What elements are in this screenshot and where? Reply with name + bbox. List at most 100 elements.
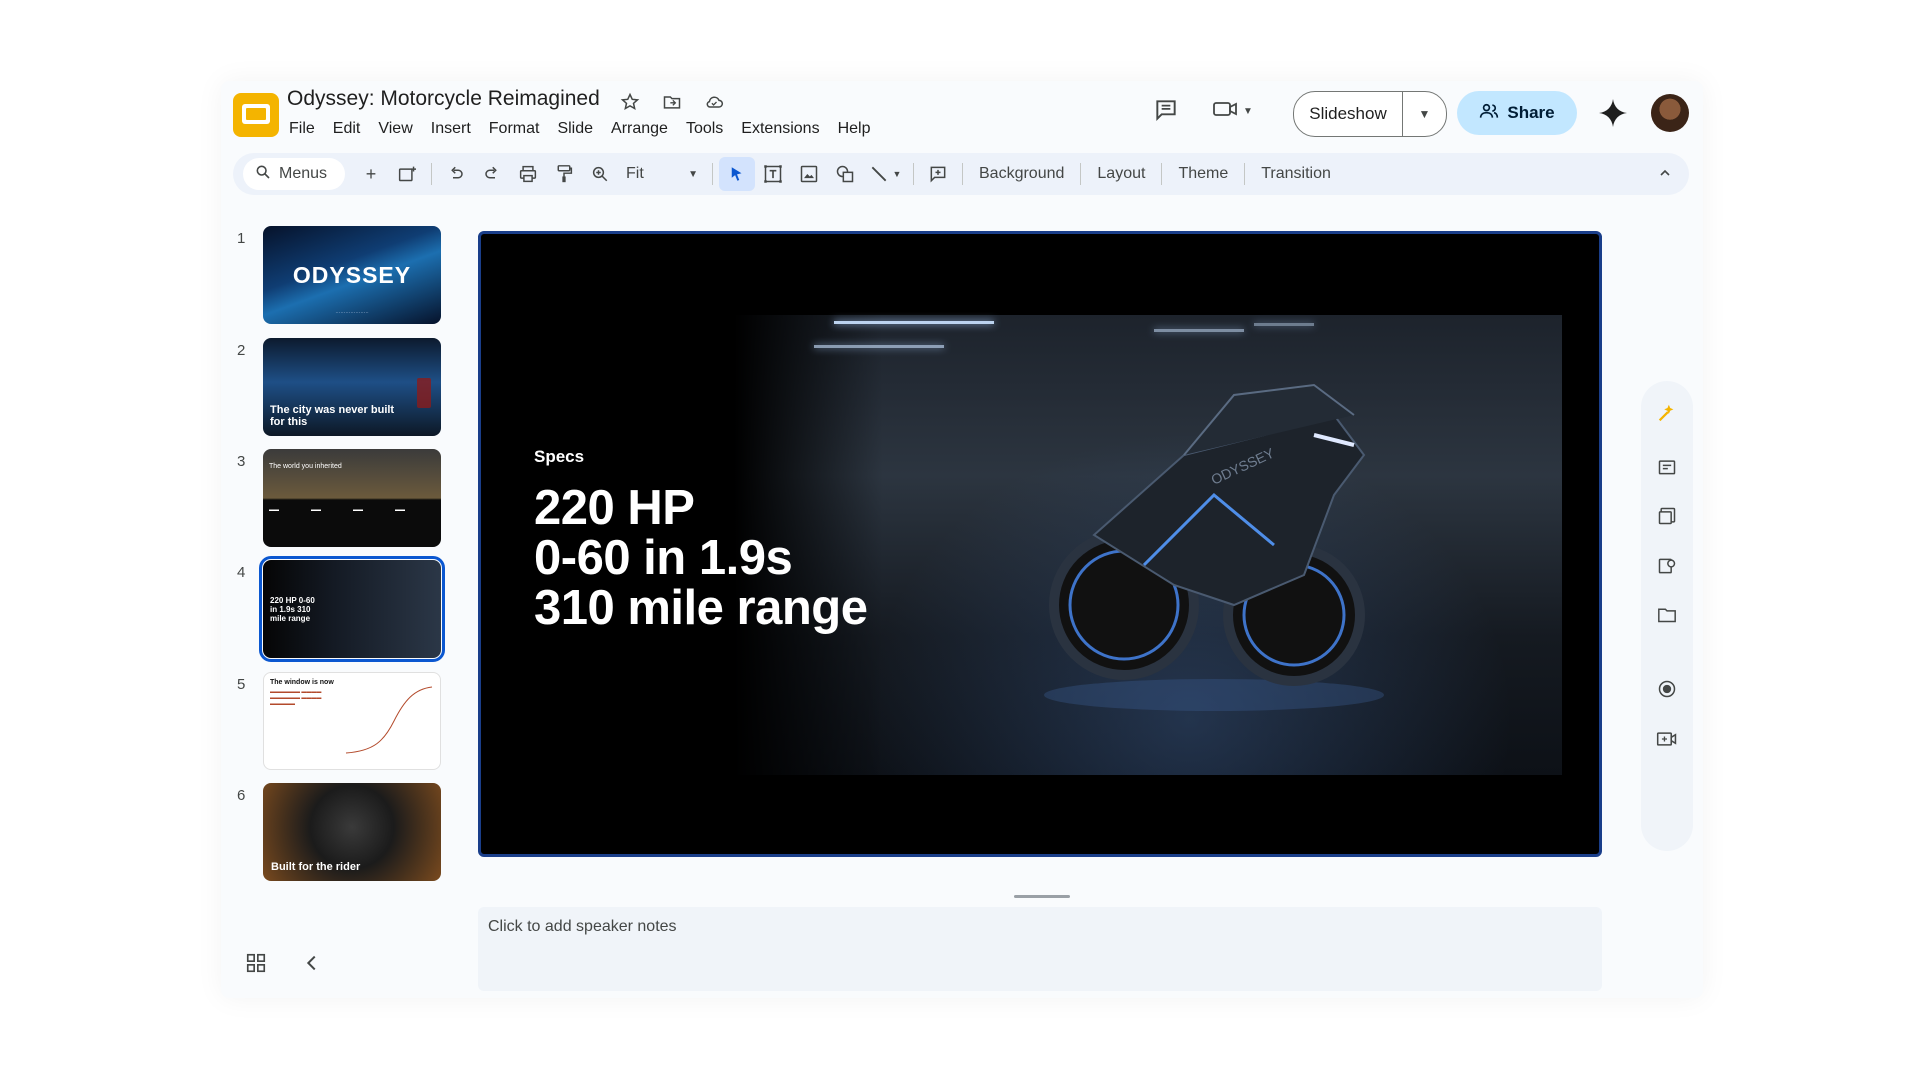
- slide-thumbnail[interactable]: The world you inherited ▬▬ ▬▬ ▬▬ ▬▬: [263, 449, 441, 547]
- shape-icon[interactable]: [827, 157, 863, 191]
- tasks-icon[interactable]: [1655, 554, 1679, 578]
- layout-button[interactable]: Layout: [1087, 158, 1155, 190]
- motorcycle-image[interactable]: ODYSSEY: [734, 315, 1562, 775]
- menu-insert[interactable]: Insert: [422, 118, 480, 140]
- specs-label[interactable]: Specs: [534, 447, 584, 467]
- zoom-icon[interactable]: [582, 157, 618, 191]
- calendar-icon[interactable]: [1655, 455, 1679, 479]
- thumbnail-chart: [345, 686, 433, 754]
- filmstrip-slide-4[interactable]: 4 220 HP 0-60 in 1.9s 310 mile range: [237, 556, 445, 662]
- slide-number: 6: [237, 787, 246, 804]
- grid-view-icon[interactable]: [245, 952, 267, 979]
- new-slide-icon[interactable]: [389, 157, 425, 191]
- slides-logo[interactable]: [233, 93, 279, 137]
- add-comment-icon[interactable]: [920, 157, 956, 191]
- menu-bar: File Edit View Insert Format Slide Arran…: [287, 118, 879, 140]
- transition-button[interactable]: Transition: [1251, 158, 1341, 190]
- side-panel: [1641, 381, 1693, 851]
- cloud-saved-icon[interactable]: [701, 89, 727, 115]
- avatar[interactable]: [1651, 94, 1689, 132]
- slideshow-button-group: Slideshow ▼: [1293, 91, 1447, 137]
- filmstrip-slide-1[interactable]: 1 ODYSSEY ····················: [237, 226, 441, 324]
- menu-slide[interactable]: Slide: [548, 118, 602, 140]
- slide-canvas[interactable]: ODYSSEY Specs 220 HP 0-60 in 1.9s 310 mi…: [478, 231, 1602, 857]
- video-camera-icon: [1211, 97, 1239, 126]
- motorcycle-illustration: ODYSSEY: [1044, 383, 1384, 711]
- thumbnail-title: The city was never built for this: [270, 404, 395, 428]
- slide-thumbnail[interactable]: The city was never built for this: [263, 338, 441, 436]
- slide-thumbnail[interactable]: Built for the rider: [263, 783, 441, 881]
- zoom-select[interactable]: Fit ▼: [618, 158, 706, 190]
- menu-extensions[interactable]: Extensions: [732, 118, 828, 140]
- thumbnail-title: ODYSSEY: [292, 262, 412, 288]
- insert-image-icon[interactable]: [791, 157, 827, 191]
- slide-thumbnail-selected[interactable]: 220 HP 0-60 in 1.9s 310 mile range: [259, 556, 445, 662]
- thumbnail-body: ▬▬▬▬▬▬ ▬▬▬▬ ▬▬▬▬▬▬ ▬▬▬▬ ▬▬▬▬▬: [270, 689, 322, 707]
- star-icon[interactable]: [617, 89, 643, 115]
- print-icon[interactable]: [510, 157, 546, 191]
- people-icon: [1479, 102, 1499, 125]
- folder-icon[interactable]: [1655, 603, 1679, 627]
- undo-icon[interactable]: [438, 157, 474, 191]
- menu-help[interactable]: Help: [829, 118, 880, 140]
- spec-acceleration[interactable]: 0-60 in 1.9s: [534, 532, 793, 584]
- hide-filmstrip-icon[interactable]: [303, 952, 321, 979]
- move-to-folder-icon[interactable]: [659, 89, 685, 115]
- speaker-notes[interactable]: Click to add speaker notes: [478, 907, 1602, 991]
- filmstrip-slide-2[interactable]: 2 The city was never built for this: [237, 338, 441, 436]
- new-slide-plus-icon[interactable]: +: [353, 157, 389, 191]
- spec-horsepower[interactable]: 220 HP: [534, 482, 695, 534]
- thumbnail-columns: ▬▬ ▬▬ ▬▬ ▬▬: [269, 507, 405, 513]
- toolbar: Menus + Fit ▼ ▼ Background Layout Theme …: [233, 153, 1689, 195]
- slideshow-dropdown-icon[interactable]: ▼: [1403, 92, 1446, 136]
- gemini-icon[interactable]: [1597, 97, 1629, 129]
- slide-number: 4: [237, 564, 246, 581]
- thumbnail-title: Built for the rider: [271, 861, 361, 873]
- chevron-down-icon: ▼: [688, 168, 698, 180]
- gemini-sparkle-icon[interactable]: [1655, 401, 1679, 425]
- video-icon[interactable]: [1655, 727, 1679, 751]
- menu-edit[interactable]: Edit: [324, 118, 370, 140]
- line-icon[interactable]: ▼: [863, 157, 907, 191]
- filmstrip-slide-5[interactable]: 5 The window is now ▬▬▬▬▬▬ ▬▬▬▬ ▬▬▬▬▬▬ ▬…: [237, 672, 441, 770]
- slide-number: 1: [237, 230, 246, 247]
- thumbnail-subtitle: ····················: [335, 310, 369, 316]
- meet-button[interactable]: ▼: [1211, 97, 1253, 126]
- menu-format[interactable]: Format: [480, 118, 549, 140]
- slide-number: 3: [237, 453, 246, 470]
- text-box-icon[interactable]: [755, 157, 791, 191]
- notes-resize-handle[interactable]: [1014, 895, 1070, 898]
- menu-arrange[interactable]: Arrange: [602, 118, 677, 140]
- menu-view[interactable]: View: [369, 118, 421, 140]
- zoom-value: Fit: [626, 165, 644, 182]
- slide-number: 2: [237, 342, 246, 359]
- menu-file[interactable]: File: [287, 118, 324, 140]
- share-button[interactable]: Share: [1457, 91, 1577, 135]
- slides-app: Odyssey: Motorcycle Reimagined File Edit…: [221, 81, 1703, 998]
- select-cursor-icon[interactable]: [719, 157, 755, 191]
- spec-range[interactable]: 310 mile range: [534, 582, 868, 634]
- record-icon[interactable]: [1655, 677, 1679, 701]
- search-icon: [255, 164, 271, 185]
- theme-button[interactable]: Theme: [1168, 158, 1238, 190]
- collapse-toolbar-icon[interactable]: [1657, 165, 1673, 186]
- comments-icon[interactable]: [1153, 97, 1179, 128]
- paint-format-icon[interactable]: [546, 157, 582, 191]
- slide-thumbnail[interactable]: The window is now ▬▬▬▬▬▬ ▬▬▬▬ ▬▬▬▬▬▬ ▬▬▬…: [263, 672, 441, 770]
- background-button[interactable]: Background: [969, 158, 1074, 190]
- filmstrip-slide-6[interactable]: 6 Built for the rider: [237, 783, 441, 881]
- keep-icon[interactable]: [1655, 504, 1679, 528]
- thumbnail-title: The window is now: [270, 679, 334, 686]
- slide-thumbnail[interactable]: ODYSSEY ····················: [263, 226, 441, 324]
- filmstrip-slide-3[interactable]: 3 The world you inherited ▬▬ ▬▬ ▬▬ ▬▬: [237, 449, 441, 547]
- slide-number: 5: [237, 676, 246, 693]
- chevron-down-icon: ▼: [892, 169, 902, 179]
- search-label: Menus: [279, 165, 328, 182]
- chevron-down-icon: ▼: [1243, 106, 1253, 117]
- menu-tools[interactable]: Tools: [677, 118, 732, 140]
- document-title[interactable]: Odyssey: Motorcycle Reimagined: [287, 87, 600, 111]
- search-menus-input[interactable]: Menus: [243, 158, 345, 190]
- share-label: Share: [1507, 103, 1555, 122]
- slideshow-button[interactable]: Slideshow: [1294, 92, 1403, 136]
- redo-icon[interactable]: [474, 157, 510, 191]
